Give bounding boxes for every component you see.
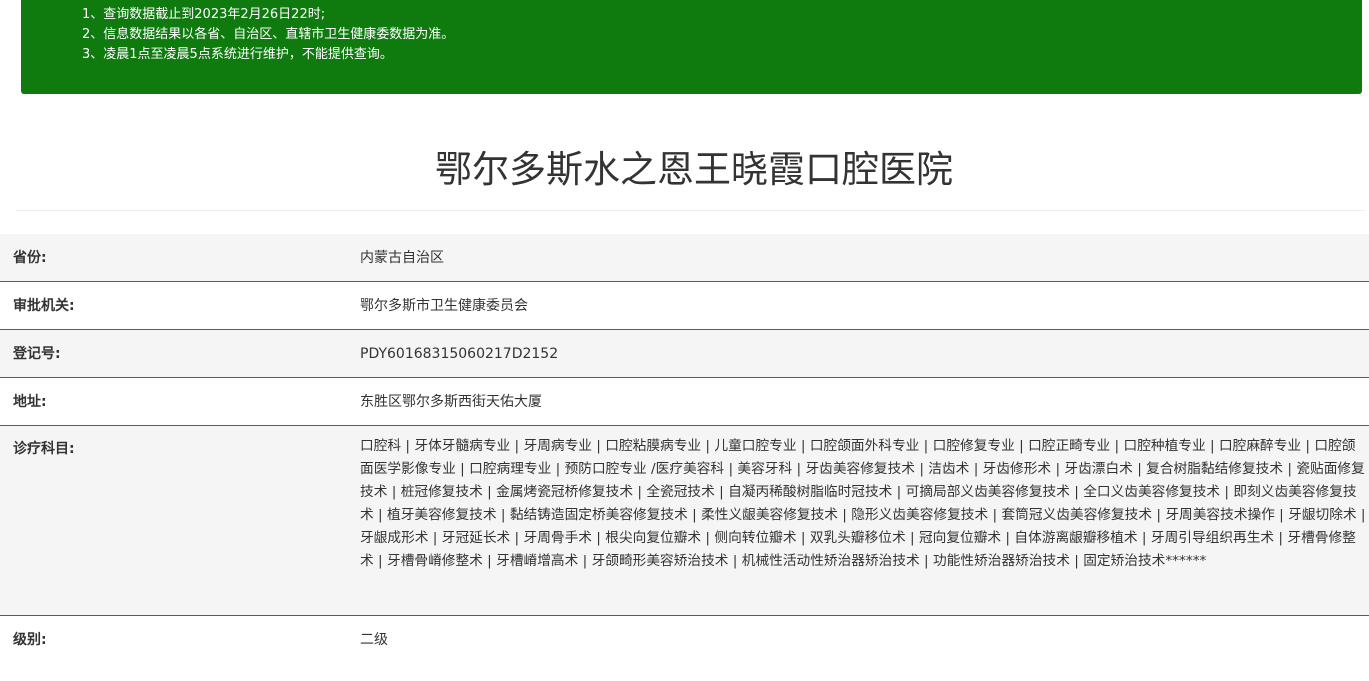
registration-label: 登记号: xyxy=(13,346,61,362)
table-row-address: 地址: 东胜区鄂尔多斯西街天佑大厦 xyxy=(0,378,1369,426)
level-label: 级别: xyxy=(13,632,47,648)
notice-line-1: 1、查询数据截止到2023年2月26日22时; xyxy=(82,7,326,22)
address-value: 东胜区鄂尔多斯西街天佑大厦 xyxy=(360,394,542,410)
notice-line-2: 2、信息数据结果以各省、自治区、直辖市卫生健康委数据为准。 xyxy=(82,27,455,42)
notice-banner: 1、查询数据截止到2023年2月26日22时; 2、信息数据结果以各省、自治区、… xyxy=(21,0,1362,94)
table-row-authority: 审批机关: 鄂尔多斯市卫生健康委员会 xyxy=(0,282,1369,330)
authority-value: 鄂尔多斯市卫生健康委员会 xyxy=(360,298,528,314)
title-divider xyxy=(16,210,1365,211)
departments-value: 口腔科 | 牙体牙髓病专业 | 牙周病专业 | 口腔粘膜病专业 | 儿童口腔专业… xyxy=(360,438,1366,569)
table-row-departments: 诊疗科目: 口腔科 | 牙体牙髓病专业 | 牙周病专业 | 口腔粘膜病专业 | … xyxy=(0,426,1369,616)
province-label: 省份: xyxy=(13,250,47,266)
level-value: 二级 xyxy=(360,632,388,648)
table-row-level: 级别: 二级 xyxy=(0,616,1369,666)
hospital-name-title: 鄂尔多斯水之恩王晓霞口腔医院 xyxy=(435,148,953,191)
address-label: 地址: xyxy=(13,394,47,410)
registration-value: PDY60168315060217D2152 xyxy=(360,346,559,362)
departments-label: 诊疗科目: xyxy=(13,441,75,457)
table-row-registration: 登记号: PDY60168315060217D2152 xyxy=(0,330,1369,378)
province-value: 内蒙古自治区 xyxy=(360,250,444,266)
notice-line-3: 3、凌晨1点至凌晨5点系统进行维护，不能提供查询。 xyxy=(82,47,393,62)
hospital-info-table: 省份: 内蒙古自治区 审批机关: 鄂尔多斯市卫生健康委员会 登记号: PDY60… xyxy=(0,234,1369,666)
authority-label: 审批机关: xyxy=(13,298,75,314)
table-row-province: 省份: 内蒙古自治区 xyxy=(0,234,1369,282)
